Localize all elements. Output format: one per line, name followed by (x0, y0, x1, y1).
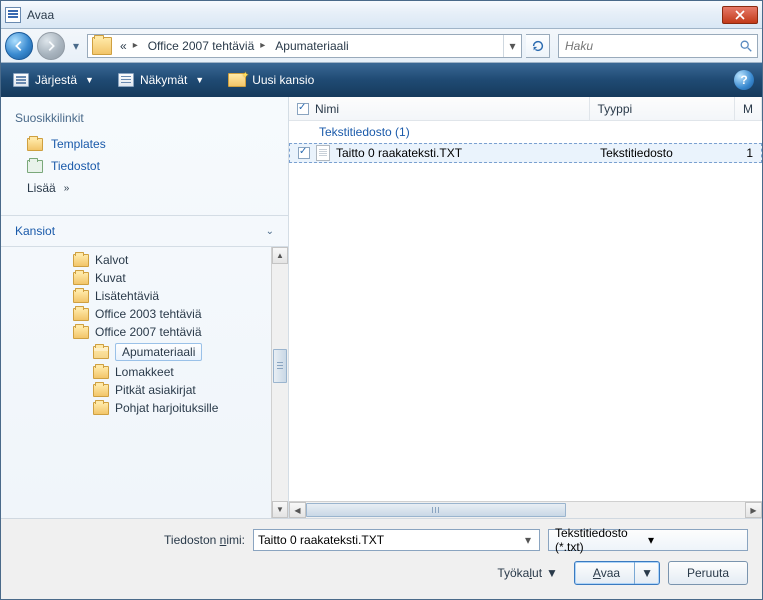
scrollbar-thumb[interactable] (306, 503, 566, 517)
open-dialog: Avaa ▾ «▸ Office 2007 tehtäviä▸ Apumater… (0, 0, 763, 600)
folder-icon (73, 326, 89, 339)
organize-icon (13, 73, 29, 87)
back-button[interactable] (5, 32, 33, 60)
favorite-documents[interactable]: Tiedostot (9, 155, 280, 177)
new-folder-icon (228, 73, 246, 87)
tree-item[interactable]: Kuvat (3, 269, 286, 287)
search-icon (735, 39, 757, 53)
select-all-checkbox[interactable] (297, 103, 309, 115)
folder-icon (92, 37, 112, 55)
folder-icon (27, 138, 43, 151)
organize-menu[interactable]: Järjestä ▼ (9, 71, 98, 89)
search-box[interactable] (558, 34, 758, 58)
tree-item[interactable]: Lomakkeet (3, 363, 286, 381)
chevron-down-icon: ⌄ (266, 226, 274, 237)
favorite-templates[interactable]: Templates (9, 133, 280, 155)
chevron-right-icon: ▸ (133, 40, 138, 51)
scroll-left-button[interactable]: ◀ (289, 502, 306, 518)
help-button[interactable]: ? (734, 70, 754, 90)
favorites-more[interactable]: Lisää » (9, 177, 280, 199)
close-button[interactable] (722, 6, 758, 24)
chevron-down-icon: ▾ (648, 533, 741, 547)
open-split-dropdown[interactable]: ▼ (634, 562, 659, 584)
chevron-down-icon: ▼ (85, 75, 94, 85)
column-more[interactable]: M (735, 97, 762, 120)
tree-item[interactable]: Kalvot (3, 251, 286, 269)
command-bar: Järjestä ▼ Näkymät ▼ Uusi kansio ? (1, 63, 762, 97)
tree-item[interactable]: Lisätehtäviä (3, 287, 286, 305)
chevron-down-icon: ▼ (546, 566, 558, 580)
scroll-down-button[interactable]: ▼ (272, 501, 288, 518)
breadcrumb-level2[interactable]: Apumateriaali (271, 35, 354, 57)
column-headers: Nimi Tyyppi M (289, 97, 762, 121)
file-list-pane: Nimi Tyyppi M Tekstitiedosto (1) Taitto … (289, 97, 762, 518)
folder-icon (93, 384, 109, 397)
open-button[interactable]: Avaa ▼ (574, 561, 660, 585)
favorites-heading: Suosikkilinkit (1, 97, 288, 133)
search-input[interactable] (559, 39, 735, 53)
dialog-footer: Tiedoston nimi: ▾ Tekstitiedosto (*.txt)… (1, 518, 762, 599)
text-file-icon (316, 145, 330, 161)
folder-icon (93, 402, 109, 415)
cancel-button[interactable]: Peruuta (668, 561, 748, 585)
chevron-down-icon: ▼ (195, 75, 204, 85)
file-name: Taitto 0 raakateksti.TXT (336, 146, 462, 160)
tree-item[interactable]: Pohjat harjoituksille (3, 399, 286, 417)
window-title: Avaa (27, 8, 722, 22)
filename-dropdown[interactable]: ▾ (521, 533, 535, 547)
refresh-button[interactable] (526, 34, 550, 58)
column-name[interactable]: Nimi (289, 97, 590, 120)
forward-button[interactable] (37, 32, 65, 60)
titlebar: Avaa (1, 1, 762, 29)
tools-menu[interactable]: Työkalut ▼ (497, 566, 558, 580)
scrollbar-track[interactable] (306, 502, 745, 518)
breadcrumb-root[interactable]: «▸ (116, 35, 144, 57)
chevron-double-right-icon: » (64, 183, 68, 194)
nav-history-dropdown[interactable]: ▾ (69, 32, 83, 60)
navigation-pane: Suosikkilinkit Templates Tiedostot Lisää… (1, 97, 289, 518)
folder-icon (93, 366, 109, 379)
scroll-up-button[interactable]: ▲ (272, 247, 288, 264)
folder-icon (73, 290, 89, 303)
scrollbar-thumb[interactable] (273, 349, 287, 383)
horizontal-scrollbar[interactable]: ◀ ▶ (289, 501, 762, 518)
documents-icon (27, 160, 43, 173)
filetype-dropdown[interactable]: Tekstitiedosto (*.txt) ▾ (548, 529, 748, 551)
file-group-header[interactable]: Tekstitiedosto (1) (289, 121, 762, 143)
file-row-selected[interactable]: Taitto 0 raakateksti.TXT Tekstitiedosto … (289, 143, 762, 163)
scrollbar-track[interactable] (272, 264, 288, 501)
views-menu[interactable]: Näkymät ▼ (114, 71, 208, 89)
nav-bar: ▾ «▸ Office 2007 tehtäviä▸ Apumateriaali… (1, 29, 762, 63)
chevron-right-icon: ▸ (260, 40, 265, 51)
address-bar[interactable]: «▸ Office 2007 tehtäviä▸ Apumateriaali ▾ (87, 34, 522, 58)
new-folder-button[interactable]: Uusi kansio (224, 71, 318, 89)
scroll-right-button[interactable]: ▶ (745, 502, 762, 518)
folder-icon (73, 272, 89, 285)
tree-item[interactable]: Office 2003 tehtäviä (3, 305, 286, 323)
folder-icon (73, 254, 89, 267)
address-dropdown[interactable]: ▾ (503, 35, 521, 57)
tree-item[interactable]: Pitkät asiakirjat (3, 381, 286, 399)
file-type: Tekstitiedosto (600, 146, 673, 160)
filename-input[interactable] (258, 533, 521, 547)
tree-item[interactable]: Office 2007 tehtäviä (3, 323, 286, 341)
column-type[interactable]: Tyyppi (590, 97, 736, 120)
folder-icon (73, 308, 89, 321)
row-checkbox[interactable] (298, 147, 310, 159)
tree-item-selected[interactable]: Apumateriaali (3, 341, 286, 363)
tree-scrollbar[interactable]: ▲ ▼ (271, 247, 288, 518)
folder-open-icon (93, 346, 109, 359)
app-icon (5, 7, 21, 23)
breadcrumb-level1[interactable]: Office 2007 tehtäviä▸ (144, 35, 272, 57)
folders-heading[interactable]: Kansiot ⌄ (1, 215, 288, 247)
views-icon (118, 73, 134, 87)
filename-label: Tiedoston nimi: (15, 533, 245, 547)
folder-tree: Kalvot Kuvat Lisätehtäviä Office 2003 te… (1, 247, 288, 518)
file-list: Tekstitiedosto (1) Taitto 0 raakateksti.… (289, 121, 762, 501)
filename-combobox[interactable]: ▾ (253, 529, 540, 551)
